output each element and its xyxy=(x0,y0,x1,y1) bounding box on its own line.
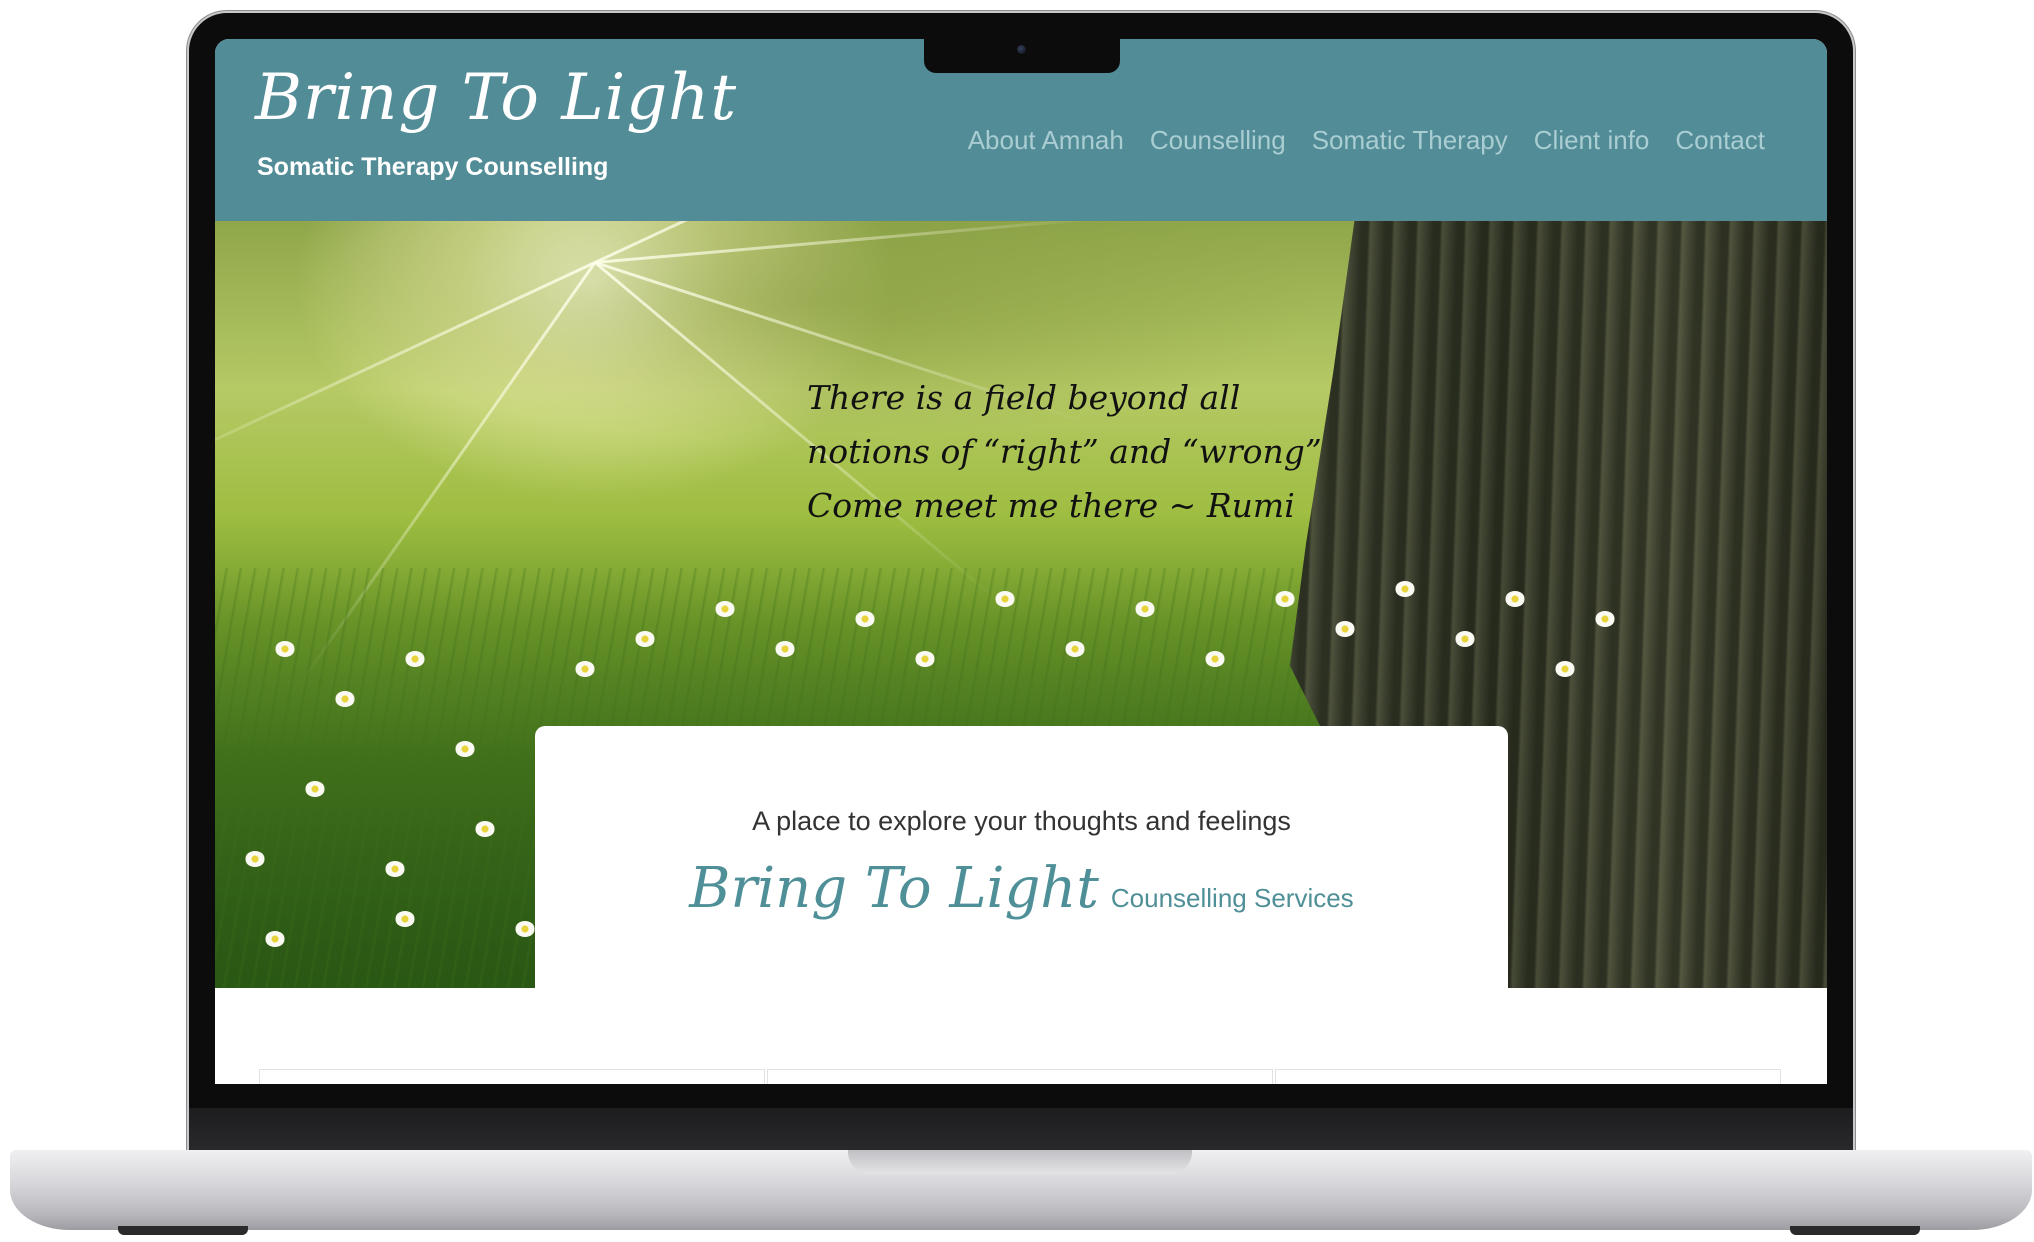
flower-image xyxy=(775,641,795,657)
quote-line: Come meet me there ~ Rumi xyxy=(807,486,1295,525)
flower-image xyxy=(1205,651,1225,667)
flower-image xyxy=(1275,591,1295,607)
intro-card: A place to explore your thoughts and fee… xyxy=(535,726,1508,988)
nav-item-somatic-therapy[interactable]: Somatic Therapy xyxy=(1312,125,1508,156)
quote-line: There is a field beyond all xyxy=(807,378,1241,417)
nav-item-counselling[interactable]: Counselling xyxy=(1150,125,1286,156)
site-logo[interactable]: Bring To Light xyxy=(255,61,737,135)
feature-card[interactable] xyxy=(259,1069,765,1084)
main-nav: About Amnah Counselling Somatic Therapy … xyxy=(968,125,1765,156)
flower-image xyxy=(395,911,415,927)
flower-image xyxy=(995,591,1015,607)
flower-image xyxy=(265,931,285,947)
flower-image xyxy=(855,611,875,627)
feature-card[interactable] xyxy=(1275,1069,1781,1084)
laptop-foot-right xyxy=(1790,1226,1920,1235)
flower-image xyxy=(1335,621,1355,637)
flower-image xyxy=(915,651,935,667)
feature-card[interactable] xyxy=(767,1069,1273,1084)
laptop-bezel-bottom xyxy=(189,1108,1853,1155)
nav-item-client-info[interactable]: Client info xyxy=(1534,125,1650,156)
flower-image xyxy=(385,861,405,877)
flower-image xyxy=(1135,601,1155,617)
nav-item-contact[interactable]: Contact xyxy=(1675,125,1765,156)
flower-image xyxy=(635,631,655,647)
intro-brand: Bring To Light Counselling Services xyxy=(535,856,1508,921)
feature-cards-row xyxy=(259,1069,1781,1084)
flower-image xyxy=(1505,591,1525,607)
quote-line: notions of “right” and “wrong” xyxy=(807,432,1322,471)
browser-viewport: Bring To Light Somatic Therapy Counselli… xyxy=(215,39,1827,1084)
flower-image xyxy=(515,921,535,937)
flower-image xyxy=(575,661,595,677)
flower-image xyxy=(715,601,735,617)
site-tagline: Somatic Therapy Counselling xyxy=(257,153,609,181)
flower-image xyxy=(405,651,425,667)
nav-item-about-amnah[interactable]: About Amnah xyxy=(968,125,1124,156)
camera-icon xyxy=(1017,45,1026,54)
screen-notch xyxy=(924,39,1120,73)
intro-lead: A place to explore your thoughts and fee… xyxy=(752,806,1291,836)
flower-image xyxy=(455,741,475,757)
flower-image xyxy=(1395,581,1415,597)
flower-image xyxy=(475,821,495,837)
laptop-foot-left xyxy=(118,1226,248,1235)
laptop-base-notch xyxy=(848,1150,1192,1174)
intro-brand-subtitle: Counselling Services xyxy=(1110,883,1354,913)
flower-image xyxy=(275,641,295,657)
flower-image xyxy=(1555,661,1575,677)
flower-image xyxy=(305,781,325,797)
hero-banner: There is a field beyond all notions of “… xyxy=(215,221,1827,988)
flower-image xyxy=(1595,611,1615,627)
rumi-quote: There is a field beyond all notions of “… xyxy=(807,371,1322,533)
flower-image xyxy=(335,691,355,707)
flower-image xyxy=(245,851,265,867)
intro-brand-script: Bring To Light xyxy=(689,856,1099,921)
flower-image xyxy=(1065,641,1085,657)
flower-image xyxy=(1455,631,1475,647)
